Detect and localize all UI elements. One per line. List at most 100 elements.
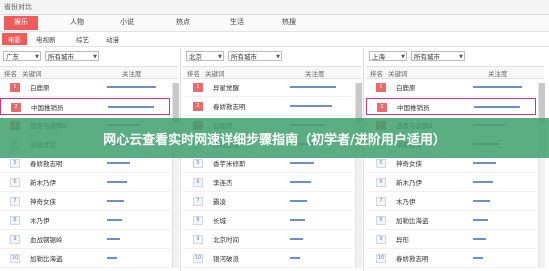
rank-badge: 7 [10,197,20,206]
attention-bar [473,257,483,259]
province-select[interactable]: 北京 ▼ [186,51,224,61]
keyword-link[interactable]: 春娇救志明 [213,101,246,111]
city-select[interactable]: 所有城市 ▼ [411,51,465,61]
table-row[interactable]: 10 加勒比海盗 [0,250,170,268]
attention-bar [473,86,522,88]
tab-sub-1[interactable]: 电影 [2,33,27,45]
tab-category-1[interactable]: 娱乐 [4,16,38,30]
table-row[interactable]: 6 新木乃伊 [366,174,536,192]
keyword-link[interactable]: 白鹿原 [30,82,50,92]
keyword-link[interactable]: 加勒比海盗 [396,215,429,225]
keyword-link[interactable]: 血战钢锯岭 [30,234,63,244]
table-row[interactable]: 2 春娇救志明 [183,98,353,116]
province-value: 北京 [189,53,202,61]
province-value: 上海 [372,53,385,61]
table-row[interactable]: 9 血战钢锯岭 [0,231,170,249]
rank-badge: 1 [193,83,203,92]
tab-category-4[interactable]: 热点 [176,17,190,29]
attention-bar [473,200,490,202]
tab-category-2[interactable]: 人物 [70,17,84,29]
chevron-down-icon: ▼ [459,54,463,60]
table-row[interactable]: 7 神奇女侠 [0,193,170,211]
table-row[interactable]: 1 白鹿原 [366,79,536,97]
table-row[interactable]: 7 木乃伊 [366,193,536,211]
keyword-link[interactable]: 神奇女侠 [396,158,422,168]
attention-bar [107,200,124,202]
keyword-link[interactable]: 李连杰 [213,177,233,187]
tab-sub-4[interactable]: 动漫 [106,34,119,44]
scrollbar-thumb[interactable] [173,83,179,123]
header-rank: 排名 [187,70,200,78]
table-row[interactable]: 2 中国推销员 [366,98,536,115]
city-select[interactable]: 所有城市 ▼ [228,51,282,61]
attention-bar [107,238,120,240]
rank-badge: 9 [376,235,386,244]
header-keyword: 关键词 [22,70,42,78]
keyword-link[interactable]: 中国推销员 [31,102,64,112]
province-select[interactable]: 广东 ▼ [3,51,41,61]
table-row[interactable]: 10 春娇救志明 [366,250,536,268]
table-row[interactable]: 9 北京时间 [183,231,353,249]
keyword-link[interactable]: 白鹿原 [396,82,416,92]
rank-badge: 10 [376,254,386,263]
tab-category-6[interactable]: 热搜 [282,17,296,29]
header-rank: 排名 [4,70,17,78]
rank-badge: 6 [10,178,20,187]
table-row[interactable]: 10 银河破浪 [183,250,353,268]
attention-bar [290,105,332,107]
table-row[interactable]: 6 李连杰 [183,174,353,192]
keyword-link[interactable]: 银河破浪 [213,253,239,263]
table-row[interactable]: 1 白鹿原 [0,79,170,97]
tab-sub-2[interactable]: 电视剧 [36,34,56,44]
scrollbar[interactable] [355,83,362,268]
keyword-link[interactable]: 神奇女侠 [30,196,56,206]
attention-bar [290,238,303,240]
tab-category-5[interactable]: 生活 [230,17,244,29]
table-row[interactable]: 2 中国推销员 [0,98,170,115]
attention-bar [107,181,127,183]
table-row[interactable]: 8 长城 [183,212,353,230]
scrollbar[interactable] [538,83,545,268]
rank-badge: 5 [193,159,203,168]
attention-bar [473,238,486,240]
scrollbar[interactable] [172,83,179,268]
keyword-link[interactable]: 香芋米修斯 [213,158,246,168]
chevron-down-icon: ▼ [276,54,280,60]
keyword-link[interactable]: 新木乃伊 [396,177,422,187]
keyword-link[interactable]: 加勒比海盗 [30,253,63,263]
keyword-link[interactable]: 霸凌 [213,196,226,206]
keyword-link[interactable]: 木乃伊 [396,196,416,206]
tab-category-3[interactable]: 小说 [120,17,134,29]
rank-badge: 10 [193,254,203,263]
city-select[interactable]: 所有城市 ▼ [45,51,99,61]
keyword-link[interactable]: 北京时间 [213,234,239,244]
keyword-link[interactable]: 木乃伊 [30,215,50,225]
table-row[interactable]: 7 霸凌 [183,193,353,211]
attention-bar [107,219,122,221]
attention-bar [290,257,300,259]
overlay-banner: 网心云查看实时网速详细步骤指南（初学者/进阶用户适用） [0,118,549,158]
table-row[interactable]: 1 异星觉醒 [183,79,353,97]
rank-badge: 7 [376,197,386,206]
keyword-link[interactable]: 新木乃伊 [30,177,56,187]
province-select[interactable]: 上海 ▼ [369,51,407,61]
panel-filters: 上海 ▼ 所有城市 ▼ [369,51,545,62]
header-attention: 关注度 [488,70,508,78]
table-row[interactable]: 8 加勒比海盗 [366,212,536,230]
scrollbar-thumb[interactable] [539,83,545,123]
keyword-link[interactable]: 异形 [396,234,409,244]
attention-bar [107,162,130,164]
table-row[interactable]: 6 新木乃伊 [0,174,170,192]
scrollbar-thumb[interactable] [356,83,362,123]
keyword-link[interactable]: 春娇救志明 [30,158,63,168]
keyword-link[interactable]: 异星觉醒 [213,82,239,92]
table-row[interactable]: 9 异形 [366,231,536,249]
header-attention: 关注度 [122,70,142,78]
keyword-link[interactable]: 长城 [213,215,226,225]
window-titlebar: 省份对比 [0,0,549,15]
keyword-link[interactable]: 中国推销员 [397,102,430,112]
table-row[interactable]: 8 木乃伊 [0,212,170,230]
keyword-link[interactable]: 春娇救志明 [396,253,429,263]
chevron-down-icon: ▼ [93,54,97,60]
tab-sub-3[interactable]: 综艺 [76,34,89,44]
